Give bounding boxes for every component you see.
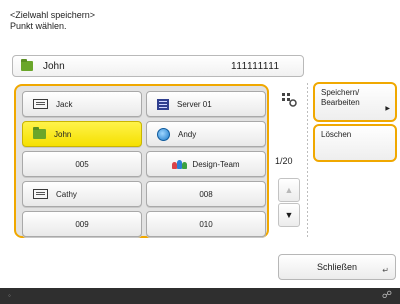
address-book-grid: Jack Server 01 John Andy 005 Design-Team… [14, 84, 269, 238]
entry-label: 009 [75, 219, 89, 229]
entry-label: Cathy [56, 189, 77, 199]
entry-cathy-button[interactable]: Cathy [22, 181, 142, 207]
entry-andy-button[interactable]: Andy [146, 121, 266, 147]
delete-button[interactable]: Löschen [313, 124, 397, 162]
status-monitor-icon[interactable]: ☍ [382, 290, 392, 301]
triangle-down-icon: ▼ [284, 210, 294, 220]
triangle-up-icon: ▲ [284, 185, 294, 195]
delete-label: Löschen [321, 130, 352, 139]
column-divider [307, 83, 308, 239]
entry-design-team-button[interactable]: Design-Team [146, 151, 266, 177]
scroll-down-button[interactable]: ▼ [278, 203, 300, 227]
arrow-right-icon: ▶ [385, 106, 390, 112]
server-icon [157, 98, 169, 110]
screen-title-line1: <Zielwahl speichern> [10, 10, 96, 20]
screen-title: <Zielwahl speichern> Punkt wählen. [10, 10, 95, 32]
status-bar: ◦ ☍ [0, 288, 400, 304]
close-label: Schließen [316, 262, 358, 272]
folder-icon [21, 59, 33, 71]
display-settings-icon[interactable] [281, 91, 297, 107]
entry-label: 008 [199, 189, 213, 199]
entry-label: 005 [75, 159, 89, 169]
globe-icon [157, 127, 170, 141]
close-button[interactable]: Schließen ↵ [278, 254, 396, 280]
entry-010-button[interactable]: 010 [146, 211, 266, 237]
entry-label: Design-Team [192, 159, 240, 169]
folder-icon [33, 127, 46, 139]
entry-jack-button[interactable]: Jack [22, 91, 142, 117]
group-icon [172, 159, 188, 169]
entry-008-button[interactable]: 008 [146, 181, 266, 207]
entry-server01-button[interactable]: Server 01 [146, 91, 266, 117]
entry-label: Server 01 [177, 99, 212, 109]
store-edit-label: Speichern/ Bearbeiten [321, 88, 360, 107]
entry-009-button[interactable]: 009 [22, 211, 142, 237]
scroll-up-button[interactable]: ▲ [278, 178, 300, 202]
selected-entry-name: John [43, 60, 65, 72]
entry-label: John [54, 129, 72, 139]
entry-005-button[interactable]: 005 [22, 151, 142, 177]
page-indicator: 1/20 [275, 156, 293, 166]
entry-label: Andy [178, 129, 197, 139]
selected-entry-number: 111111111 [231, 61, 280, 72]
entry-label: Jack [56, 99, 73, 109]
corner-return-icon: ↵ [382, 266, 389, 275]
store-edit-button[interactable]: Speichern/ Bearbeiten ▶ [313, 82, 397, 122]
selected-entry-field: John 111111111 [12, 55, 304, 77]
address-card-icon [33, 99, 48, 109]
address-card-icon [33, 189, 48, 199]
status-indicator-icon: ◦ [8, 291, 11, 300]
screen-instruction: Punkt wählen. [10, 21, 67, 31]
entry-john-button[interactable]: John [22, 121, 142, 147]
entry-label: 010 [199, 219, 213, 229]
